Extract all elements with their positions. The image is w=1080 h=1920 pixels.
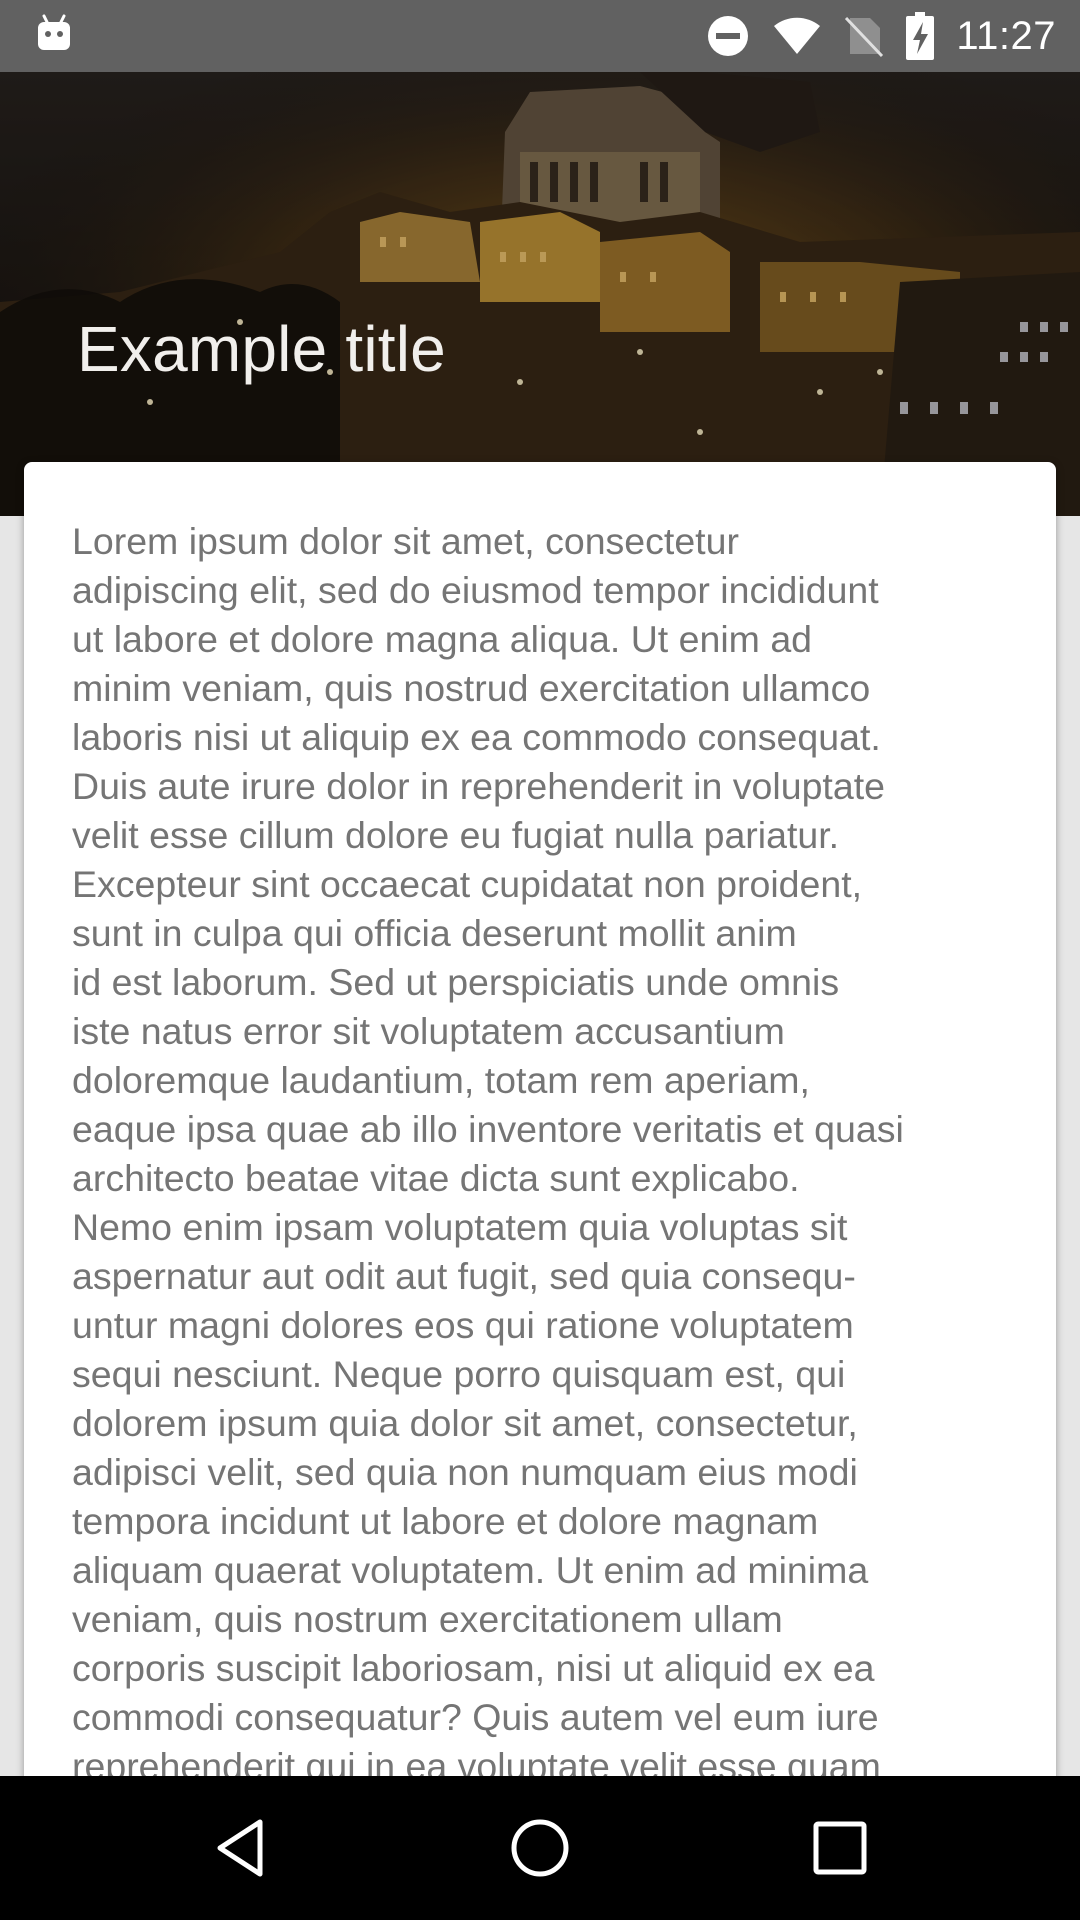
recents-button[interactable] [804,1812,876,1884]
header-image: Example title [0,72,1080,516]
back-button[interactable] [206,1812,278,1884]
page-title: Example title [77,313,446,385]
recents-icon [804,1812,876,1884]
do-not-disturb-icon [706,14,750,58]
android-icon [36,14,72,54]
status-icons: 11:27 [706,0,1056,72]
content-card[interactable]: Lorem ipsum dolor sit amet, consectetur … [24,462,1056,1782]
card-body-text: Lorem ipsum dolor sit amet, consectetur … [72,520,904,1782]
back-icon [206,1812,278,1884]
clock-time: 11:27 [956,13,1056,58]
battery-charging-icon [906,12,935,60]
navigation-bar [0,1776,1080,1920]
wifi-icon [772,16,822,56]
no-sim-icon [844,14,884,58]
status-bar: 11:27 [0,0,1080,72]
home-button[interactable] [504,1812,576,1884]
home-icon [504,1812,576,1884]
